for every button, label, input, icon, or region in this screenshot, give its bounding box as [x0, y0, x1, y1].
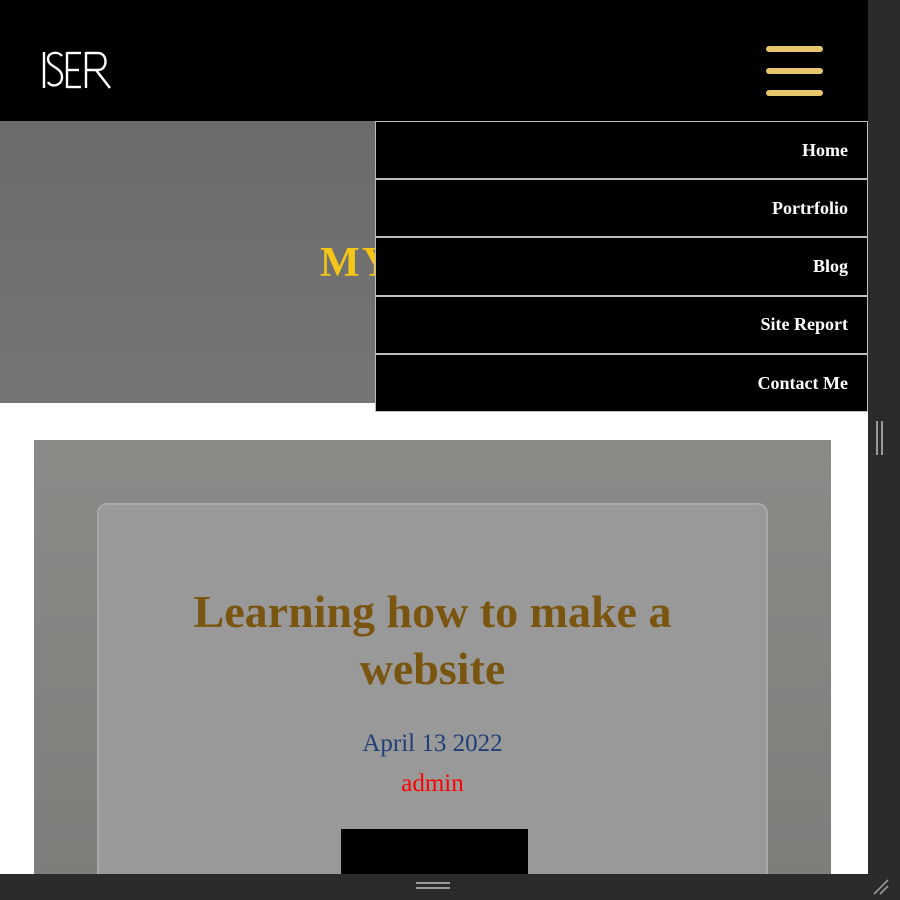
site-logo[interactable]: [40, 50, 114, 90]
post-date: April 13 2022: [362, 730, 503, 757]
blog-post-card: Learning how to make a website April 13 …: [97, 503, 768, 874]
vertical-grip-icon[interactable]: [876, 421, 884, 455]
hamburger-bar-top: [766, 46, 823, 52]
browser-viewport: MY Home Portrfolio Blog Site Report Cont…: [0, 0, 868, 874]
nav-item-site-report[interactable]: Site Report: [376, 297, 867, 355]
hamburger-bar-middle: [766, 68, 823, 74]
blog-post-section: Learning how to make a website April 13 …: [34, 440, 831, 874]
hamburger-menu-icon[interactable]: [766, 46, 824, 98]
nav-item-portfolio[interactable]: Portrfolio: [376, 180, 867, 239]
nav-item-blog[interactable]: Blog: [376, 238, 867, 297]
horizontal-grip-icon[interactable]: [416, 882, 450, 890]
read-more-button[interactable]: [341, 829, 528, 874]
corner-resize-icon[interactable]: [872, 878, 890, 896]
horizontal-grip-line: [416, 887, 450, 889]
site-header: [0, 0, 868, 121]
post-title[interactable]: Learning how to make a website: [139, 583, 726, 697]
devtools-bottom-bar: [0, 874, 900, 900]
nav-dropdown-menu: Home Portrfolio Blog Site Report Contact…: [375, 121, 868, 412]
hamburger-bar-bottom: [766, 90, 823, 96]
nav-item-home[interactable]: Home: [376, 122, 867, 181]
vertical-grip-line: [881, 421, 883, 455]
horizontal-grip-line: [416, 882, 450, 884]
vertical-grip-line: [876, 421, 878, 455]
nav-item-contact[interactable]: Contact Me: [376, 355, 867, 413]
post-author[interactable]: admin: [99, 769, 766, 799]
